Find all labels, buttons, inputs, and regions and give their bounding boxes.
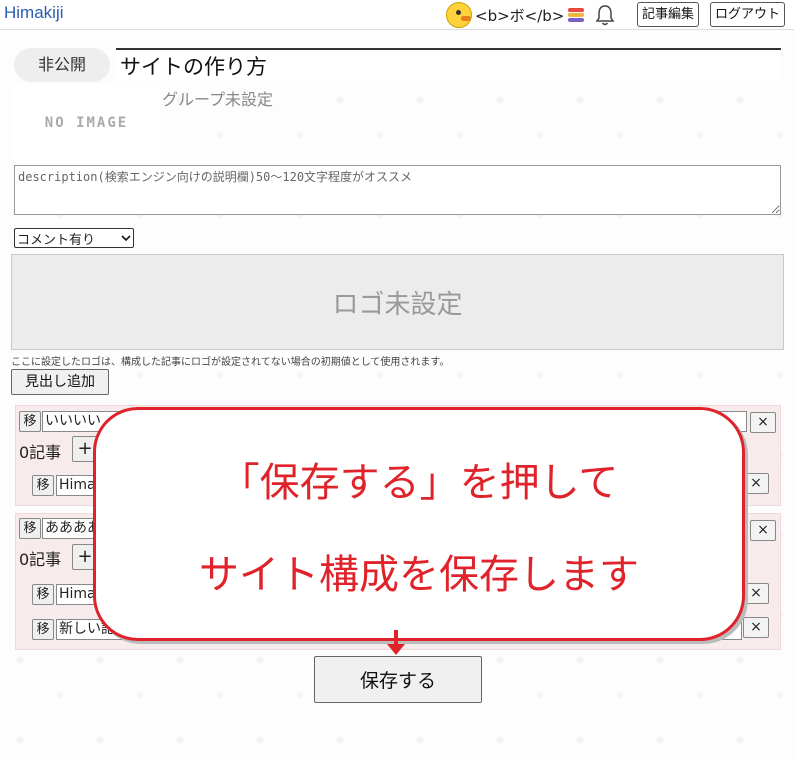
comment-select[interactable]: コメント有り — [14, 228, 134, 248]
logo-upload-area[interactable]: ロゴ未設定 — [11, 254, 784, 350]
stack-layer-1 — [568, 8, 585, 12]
user-area: <b>ボ</b> — [446, 1, 616, 29]
move-handle[interactable]: 移 — [32, 584, 54, 605]
instruction-callout: 「保存する」を押して サイト構成を保存します — [93, 407, 745, 641]
comment-select-value: コメント有り — [17, 232, 96, 248]
no-image-thumbnail[interactable]: NO IMAGE — [14, 84, 159, 162]
remove-article-button[interactable]: × — [743, 617, 769, 638]
callout-line-2: サイト構成を保存します — [199, 552, 639, 598]
logo-note: ここに設定したロゴは、構成した記事にロゴが設定されてない場合の初期値として使用さ… — [11, 357, 450, 368]
logout-button[interactable]: ログアウト — [710, 2, 786, 27]
callout-line-1: 「保存する」を押して — [219, 460, 619, 506]
remove-article-button[interactable]: × — [743, 473, 769, 494]
remove-article-button[interactable]: × — [743, 583, 769, 604]
visibility-toggle[interactable]: 非公開 — [14, 48, 110, 82]
save-button[interactable]: 保存する — [314, 656, 482, 703]
bell-icon[interactable] — [594, 3, 616, 27]
stack-layer-3 — [568, 18, 585, 22]
logo-placeholder: ロゴ未設定 — [332, 289, 463, 320]
remove-heading-button[interactable]: × — [750, 412, 776, 433]
remove-heading-button[interactable]: × — [750, 520, 776, 541]
title-input[interactable] — [116, 48, 781, 82]
move-handle[interactable]: 移 — [19, 518, 41, 539]
add-heading-button[interactable]: 見出し追加 — [11, 369, 109, 395]
article-count: 0記事 — [19, 550, 62, 569]
move-handle[interactable]: 移 — [32, 475, 54, 496]
arrow-down-icon — [387, 644, 405, 655]
article-count: 0記事 — [19, 443, 62, 462]
move-handle[interactable]: 移 — [19, 411, 41, 432]
group-label[interactable]: グループ未設定 — [162, 86, 273, 110]
stack-icon[interactable] — [568, 7, 585, 23]
stack-layer-2 — [568, 13, 585, 17]
description-field[interactable] — [14, 165, 781, 215]
user-avatar[interactable] — [446, 2, 472, 28]
app-header: Himakiji <b>ボ</b> 記事編集 ログアウト — [0, 0, 794, 30]
username[interactable]: <b>ボ</b> — [475, 5, 564, 26]
move-handle[interactable]: 移 — [32, 619, 54, 640]
brand-logo[interactable]: Himakiji — [4, 3, 64, 23]
chevron-down-icon — [121, 235, 131, 242]
edit-article-button[interactable]: 記事編集 — [637, 2, 700, 27]
